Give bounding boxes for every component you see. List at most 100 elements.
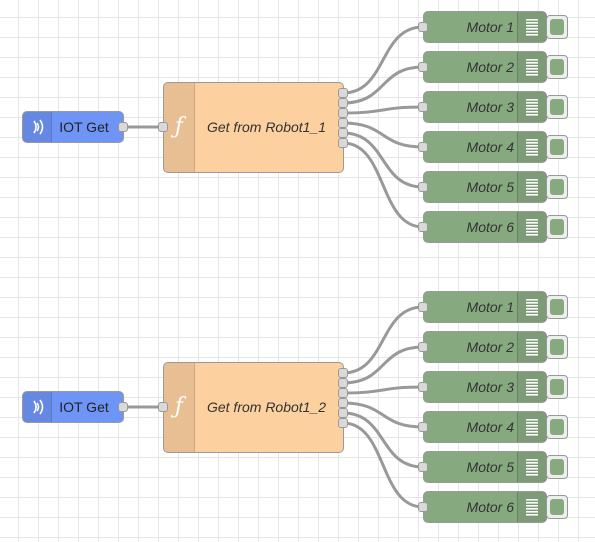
debug-node-motor-6[interactable]: Motor 6 xyxy=(423,211,547,243)
debug-node-motor-5[interactable]: Motor 5 xyxy=(423,171,547,203)
inject-node[interactable]: IOT Get xyxy=(22,111,124,143)
function-output-port[interactable] xyxy=(338,388,348,398)
function-input-port[interactable] xyxy=(158,402,168,412)
debug-input-port[interactable] xyxy=(418,502,428,512)
debug-label: Motor 5 xyxy=(466,179,514,195)
wire[interactable] xyxy=(342,131,424,189)
debug-label: Motor 2 xyxy=(466,339,514,355)
debug-toggle-button[interactable] xyxy=(546,215,568,239)
wire[interactable] xyxy=(342,385,424,395)
function-icon: ƒ xyxy=(164,83,195,172)
debug-toggle-button[interactable] xyxy=(546,295,568,319)
debug-input-port[interactable] xyxy=(418,142,428,152)
debug-toggle-indicator xyxy=(550,59,564,75)
debug-node-motor-2[interactable]: Motor 2 xyxy=(423,51,547,83)
debug-toggle-indicator xyxy=(550,339,564,355)
debug-list-icon xyxy=(517,452,547,482)
debug-toggle-button[interactable] xyxy=(546,455,568,479)
debug-label: Motor 5 xyxy=(466,459,514,475)
inject-label: IOT Get xyxy=(59,399,109,415)
debug-input-port[interactable] xyxy=(418,22,428,32)
function-output-port[interactable] xyxy=(338,108,348,118)
function-output-port[interactable] xyxy=(338,398,348,408)
debug-input-port[interactable] xyxy=(418,342,428,352)
debug-node-motor-4[interactable]: Motor 4 xyxy=(423,411,547,443)
wire[interactable] xyxy=(342,345,424,385)
function-label: Get from Robot1_1 xyxy=(206,119,327,135)
debug-input-port[interactable] xyxy=(418,182,428,192)
inject-output-port[interactable] xyxy=(118,402,128,412)
function-glyph: ƒ xyxy=(174,394,184,419)
debug-input-port[interactable] xyxy=(418,102,428,112)
debug-label: Motor 3 xyxy=(466,379,514,395)
debug-toggle-indicator xyxy=(550,499,564,515)
debug-node-motor-5[interactable]: Motor 5 xyxy=(423,451,547,483)
debug-node-motor-3[interactable]: Motor 3 xyxy=(423,371,547,403)
debug-label: Motor 3 xyxy=(466,99,514,115)
debug-toggle-button[interactable] xyxy=(546,95,568,119)
debug-label: Motor 1 xyxy=(466,19,514,35)
function-output-port[interactable] xyxy=(338,128,348,138)
flow-canvas[interactable]: IOT Get ƒ Get from Robot1_1 Motor 1 Motor 2 M… xyxy=(0,0,595,542)
debug-toggle-button[interactable] xyxy=(546,15,568,39)
debug-toggle-indicator xyxy=(550,139,564,155)
function-glyph: ƒ xyxy=(174,114,184,139)
debug-label: Motor 4 xyxy=(466,139,514,155)
debug-input-port[interactable] xyxy=(418,382,428,392)
debug-toggle-button[interactable] xyxy=(546,375,568,399)
debug-input-port[interactable] xyxy=(418,302,428,312)
function-output-port[interactable] xyxy=(338,378,348,388)
wire[interactable] xyxy=(342,105,424,115)
debug-toggle-indicator xyxy=(550,299,564,315)
debug-list-icon xyxy=(517,12,547,42)
debug-toggle-indicator xyxy=(550,19,564,35)
debug-toggle-button[interactable] xyxy=(546,175,568,199)
debug-toggle-indicator xyxy=(550,179,564,195)
debug-list-icon xyxy=(517,372,547,402)
debug-node-motor-2[interactable]: Motor 2 xyxy=(423,331,547,363)
function-output-port[interactable] xyxy=(338,138,348,148)
debug-list-icon xyxy=(517,332,547,362)
function-output-port[interactable] xyxy=(338,88,348,98)
debug-toggle-button[interactable] xyxy=(546,335,568,359)
debug-list-icon xyxy=(517,92,547,122)
function-output-port[interactable] xyxy=(338,368,348,378)
debug-input-port[interactable] xyxy=(418,462,428,472)
debug-input-port[interactable] xyxy=(418,422,428,432)
inject-label: IOT Get xyxy=(59,119,109,135)
debug-toggle-indicator xyxy=(550,379,564,395)
function-output-port[interactable] xyxy=(338,98,348,108)
debug-label: Motor 1 xyxy=(466,299,514,315)
function-output-port[interactable] xyxy=(338,118,348,128)
debug-node-motor-1[interactable]: Motor 1 xyxy=(423,291,547,323)
debug-node-motor-4[interactable]: Motor 4 xyxy=(423,131,547,163)
debug-toggle-indicator xyxy=(550,219,564,235)
debug-node-motor-1[interactable]: Motor 1 xyxy=(423,11,547,43)
function-output-port[interactable] xyxy=(338,418,348,428)
debug-list-icon xyxy=(517,212,547,242)
debug-node-motor-6[interactable]: Motor 6 xyxy=(423,491,547,523)
inject-node[interactable]: IOT Get xyxy=(22,391,124,423)
debug-toggle-button[interactable] xyxy=(546,135,568,159)
debug-input-port[interactable] xyxy=(418,62,428,72)
debug-toggle-indicator xyxy=(550,419,564,435)
debug-toggle-indicator xyxy=(550,459,564,475)
debug-list-icon xyxy=(517,292,547,322)
function-node[interactable]: ƒ Get from Robot1_2 xyxy=(163,362,344,453)
debug-label: Motor 6 xyxy=(466,219,514,235)
debug-label: Motor 6 xyxy=(466,499,514,515)
debug-toggle-button[interactable] xyxy=(546,495,568,519)
function-node[interactable]: ƒ Get from Robot1_1 xyxy=(163,82,344,173)
debug-toggle-indicator xyxy=(550,99,564,115)
inject-output-port[interactable] xyxy=(118,122,128,132)
debug-toggle-button[interactable] xyxy=(546,55,568,79)
inject-icon xyxy=(23,112,52,142)
function-input-port[interactable] xyxy=(158,122,168,132)
debug-toggle-button[interactable] xyxy=(546,415,568,439)
wire[interactable] xyxy=(342,411,424,469)
function-output-port[interactable] xyxy=(338,408,348,418)
wire[interactable] xyxy=(342,65,424,105)
debug-label: Motor 4 xyxy=(466,419,514,435)
debug-input-port[interactable] xyxy=(418,222,428,232)
debug-node-motor-3[interactable]: Motor 3 xyxy=(423,91,547,123)
